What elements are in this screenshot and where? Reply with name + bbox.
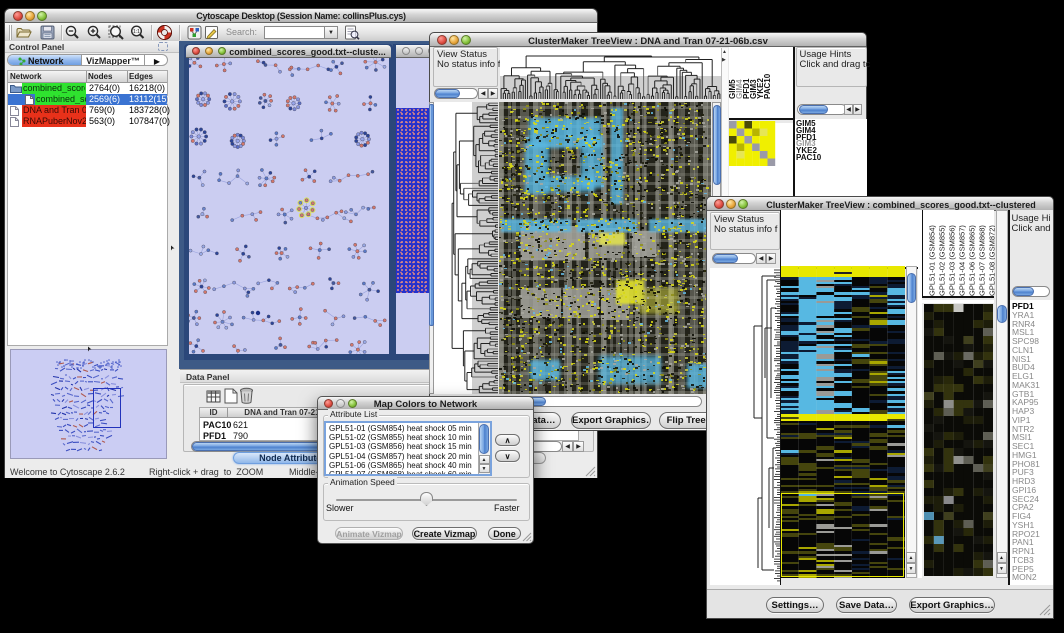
svg-text:PAC10: PAC10 (763, 73, 772, 99)
svg-text:1:1: 1:1 (133, 29, 140, 35)
